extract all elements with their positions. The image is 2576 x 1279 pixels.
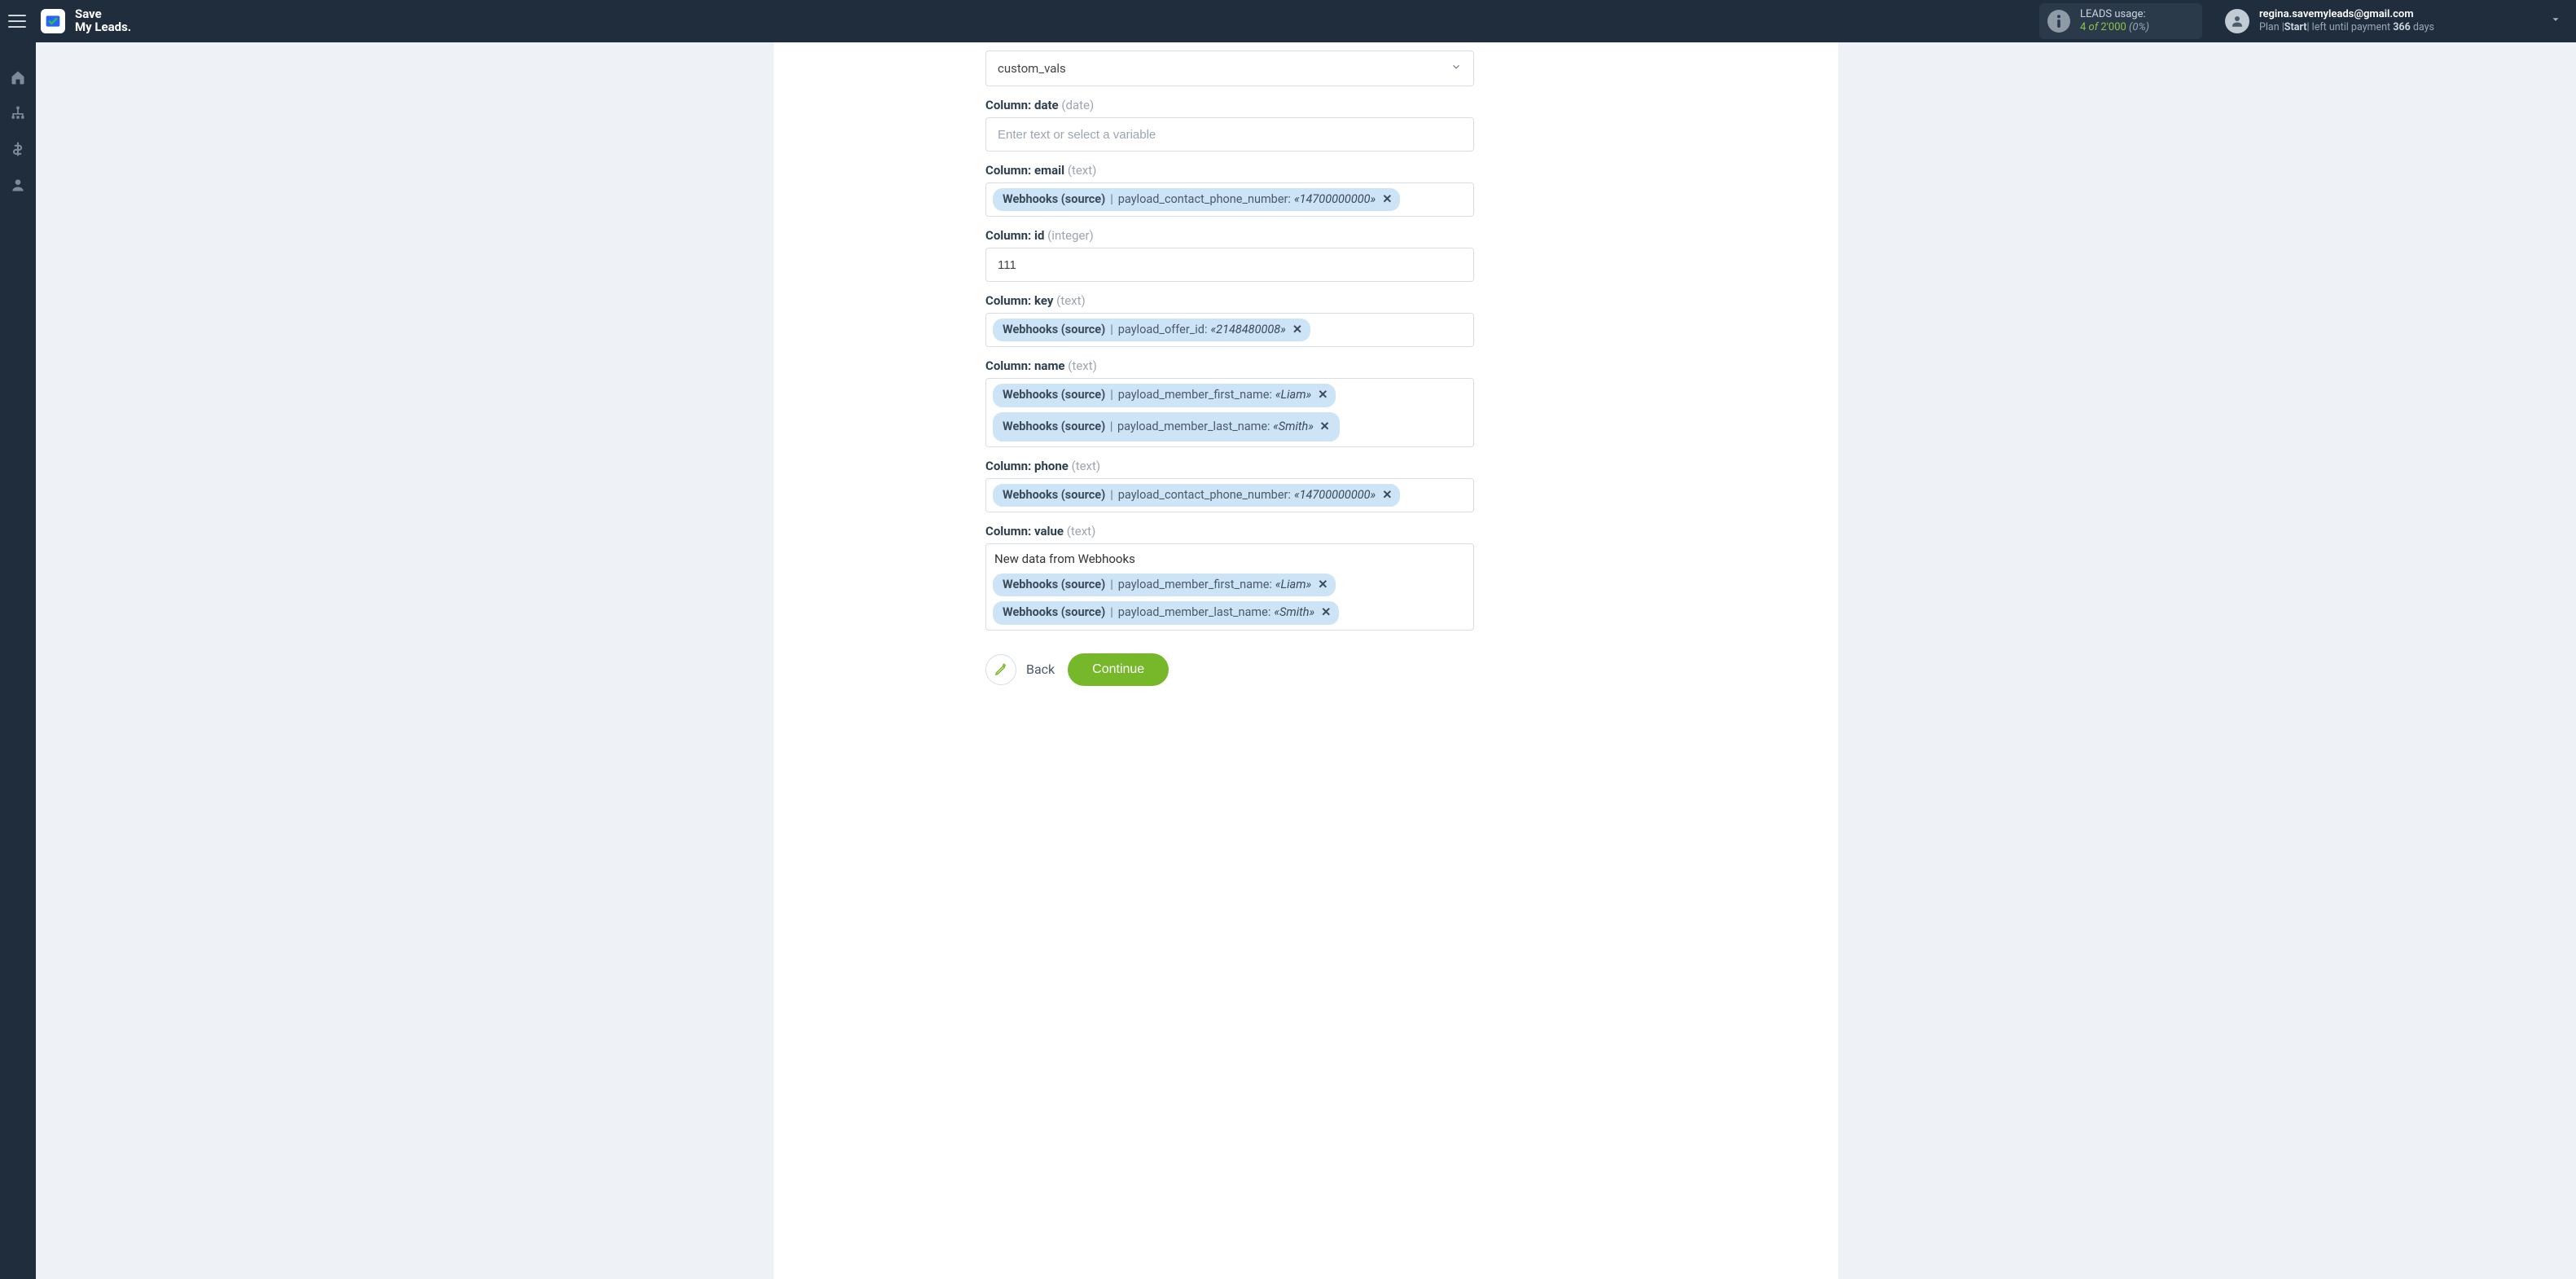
token: Webhooks (source) | payload_contact_phon…: [993, 188, 1400, 211]
usage-box[interactable]: LEADS usage: 4 of 2'000 (0%): [2039, 3, 2202, 38]
account-plan: Plan |Start| left until payment 366 days: [2259, 21, 2434, 34]
remove-token-icon[interactable]: ✕: [1318, 603, 1331, 622]
chevron-down-icon[interactable]: [2444, 14, 2561, 29]
sidebar: [0, 42, 36, 1279]
back-label: Back: [1026, 661, 1055, 677]
brand-line2: My Leads.: [75, 21, 131, 34]
token: Webhooks (source) | payload_offer_id: «2…: [993, 319, 1310, 341]
remove-token-icon[interactable]: ✕: [1289, 320, 1302, 339]
label-date: Column: date (date): [985, 98, 1474, 112]
label-key: Column: key (text): [985, 293, 1474, 308]
value-input[interactable]: New data from Webhooks Webhooks (source)…: [985, 543, 1474, 630]
name-input[interactable]: Webhooks (source) | payload_member_first…: [985, 378, 1474, 447]
account-email: regina.savemyleads@gmail.com: [2259, 8, 2434, 21]
token: Webhooks (source) | payload_member_first…: [993, 384, 1336, 407]
remove-token-icon[interactable]: ✕: [1379, 190, 1392, 209]
token: Webhooks (source) | payload_contact_phon…: [993, 484, 1400, 507]
form-card: custom_vals Column: date (date) Column: …: [774, 42, 1838, 1279]
app-logo: [41, 9, 65, 33]
label-phone: Column: phone (text): [985, 459, 1474, 473]
hamburger-icon[interactable]: [7, 11, 28, 32]
usage-title: LEADS usage:: [2080, 8, 2149, 21]
email-input[interactable]: Webhooks (source) | payload_contact_phon…: [985, 182, 1474, 217]
token: Webhooks (source) | payload_member_last_…: [993, 412, 1340, 442]
back-button[interactable]: Back: [985, 654, 1055, 685]
pencil-icon: [985, 654, 1016, 685]
token: Webhooks (source) | payload_member_last_…: [993, 601, 1339, 624]
account-block[interactable]: regina.savemyleads@gmail.com Plan |Start…: [2225, 8, 2434, 34]
label-value: Column: value (text): [985, 524, 1474, 538]
remove-token-icon[interactable]: ✕: [1314, 385, 1327, 404]
remove-token-icon[interactable]: ✕: [1379, 486, 1392, 504]
id-input[interactable]: [985, 248, 1474, 282]
continue-button[interactable]: Continue: [1068, 653, 1169, 686]
usage-values: 4 of 2'000 (0%): [2080, 21, 2149, 34]
label-email: Column: email (text): [985, 163, 1474, 178]
home-icon[interactable]: [0, 65, 36, 90]
label-name: Column: name (text): [985, 358, 1474, 373]
chevron-down-icon: [1450, 61, 1462, 76]
key-input[interactable]: Webhooks (source) | payload_offer_id: «2…: [985, 313, 1474, 347]
remove-token-icon[interactable]: ✕: [1317, 420, 1330, 433]
flow-icon[interactable]: [0, 101, 36, 125]
date-input[interactable]: [985, 117, 1474, 152]
table-select[interactable]: custom_vals: [985, 51, 1474, 86]
value-prefix: New data from Webhooks: [993, 549, 1135, 569]
token: Webhooks (source) | payload_member_first…: [993, 574, 1336, 596]
brand-name: Save My Leads.: [75, 8, 131, 34]
remove-token-icon[interactable]: ✕: [1314, 575, 1327, 594]
billing-icon[interactable]: [0, 137, 36, 161]
profile-icon[interactable]: [0, 173, 36, 197]
phone-input[interactable]: Webhooks (source) | payload_contact_phon…: [985, 478, 1474, 512]
avatar-icon: [2225, 9, 2249, 33]
label-id: Column: id (integer): [985, 228, 1474, 243]
info-icon: [2047, 10, 2070, 33]
select-value: custom_vals: [998, 61, 1066, 76]
